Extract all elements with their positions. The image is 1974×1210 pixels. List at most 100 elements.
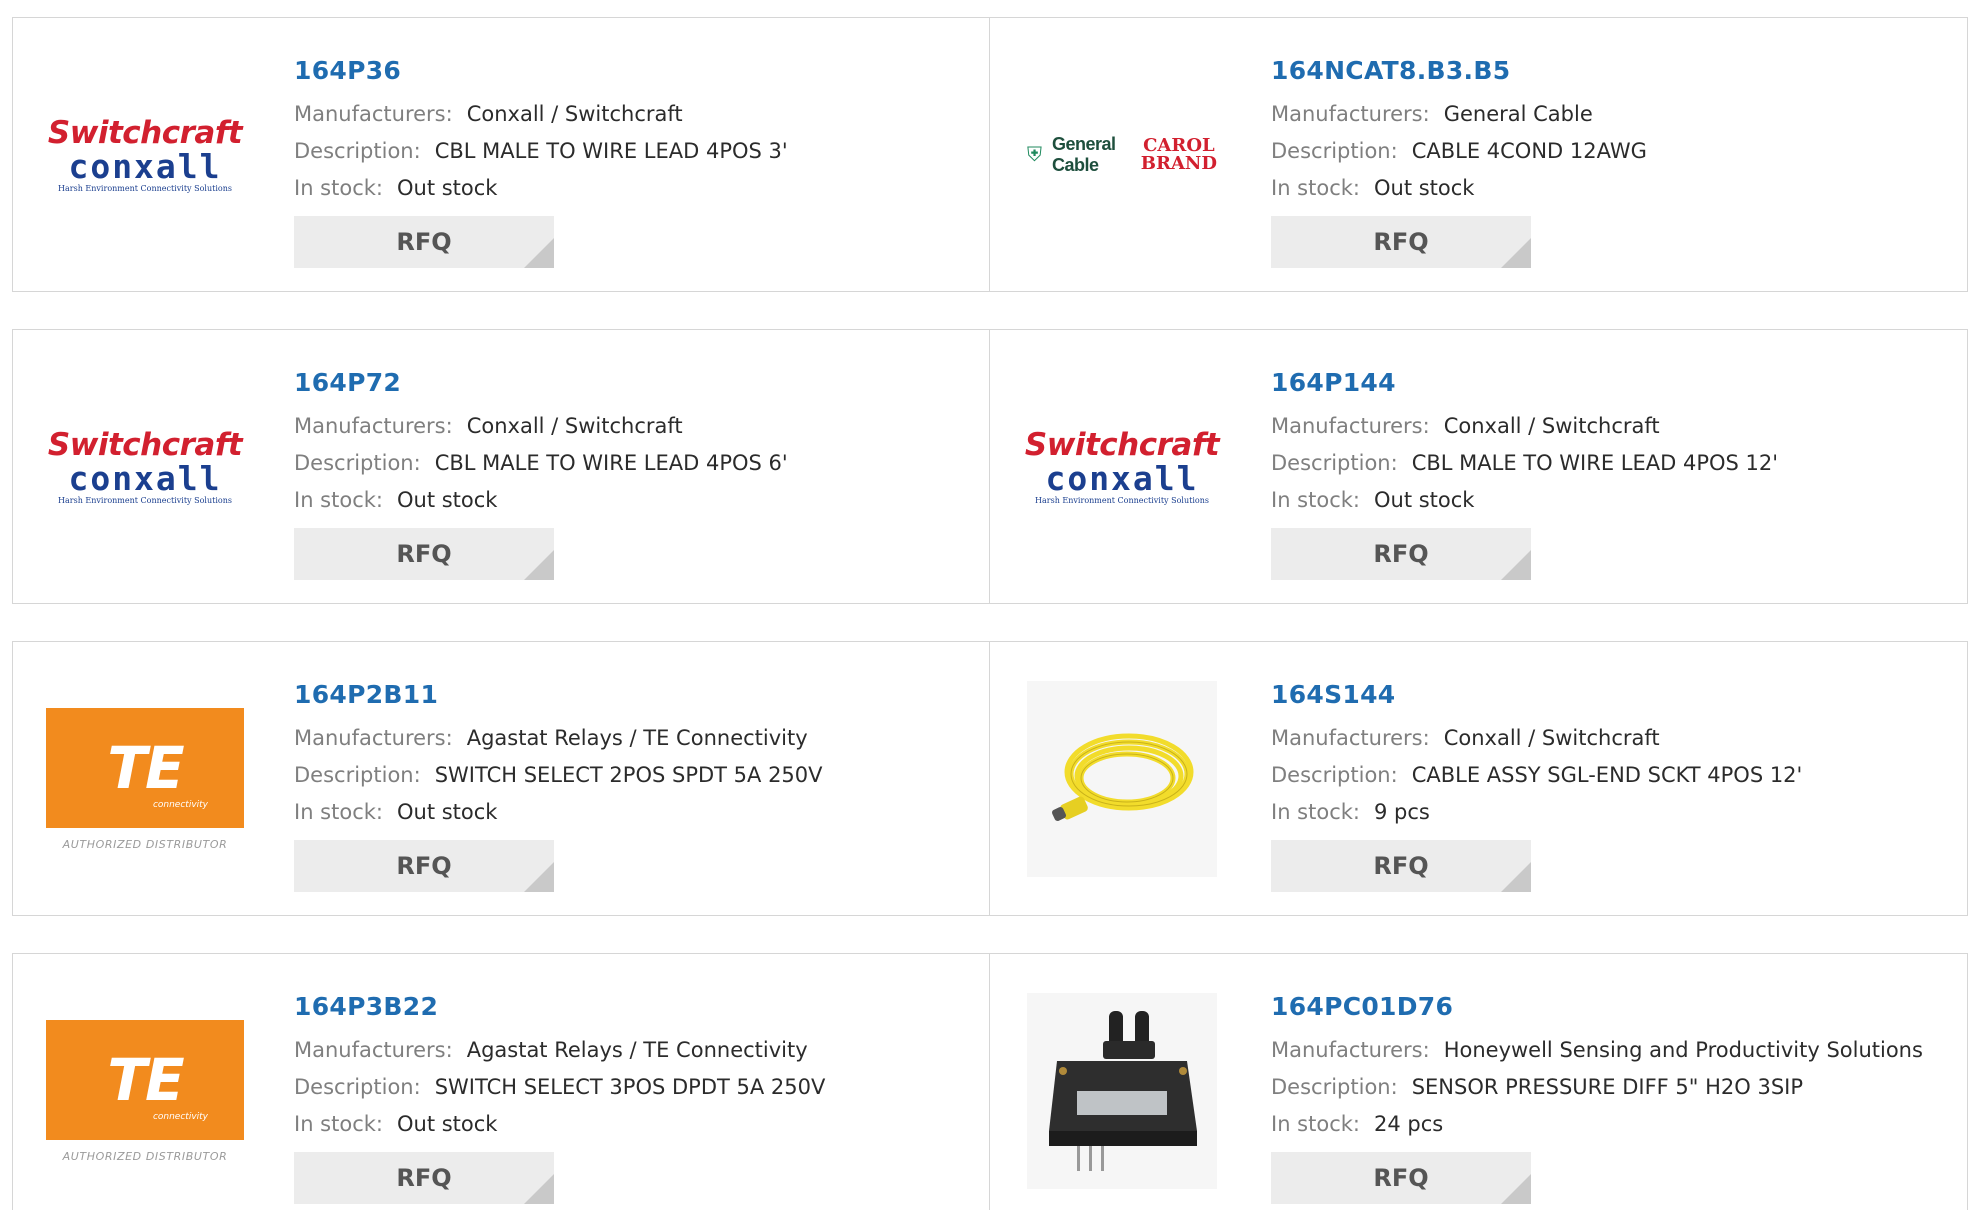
manufacturer-logo[interactable]: TE connectivity AUTHORIZED DISTRIBUTOR (46, 996, 244, 1186)
part-number-link[interactable]: 164P72 (294, 364, 974, 402)
stock-value: 24 pcs (1373, 1112, 1444, 1136)
stock-field: In stock: Out stock (1271, 170, 1951, 207)
pressure-sensor-icon (1049, 1011, 1197, 1171)
manufacturer-value: Agastat Relays / TE Connectivity (466, 1038, 808, 1062)
rfq-button[interactable]: RFQ (1271, 528, 1531, 580)
stock-value: Out stock (396, 488, 498, 512)
switchcraft-conxall-logo: Switchcraft conxall Harsh Environment Co… (48, 428, 243, 506)
product-info: 164S144 Manufacturers: Conxall / Switchcr… (1271, 676, 1951, 892)
stock-field: In stock: Out stock (294, 482, 974, 519)
product-row: Switchcraft conxall Harsh Environment Co… (12, 17, 1968, 292)
product-card: ⛨ General Cable CAROL BRAND 164NCAT8.B3.B… (990, 17, 1968, 292)
general-cable-logo: ⛨ General Cable CAROL BRAND (1027, 134, 1217, 176)
product-card: TE connectivity AUTHORIZED DISTRIBUTOR 1… (12, 641, 990, 916)
manufacturer-logo[interactable]: Switchcraft conxall Harsh Environment Co… (1025, 372, 1220, 562)
te-connectivity-logo: TE connectivity AUTHORIZED DISTRIBUTOR (46, 707, 244, 851)
stock-value: Out stock (1373, 488, 1475, 512)
manufacturer-logo[interactable]: ⛨ General Cable CAROL BRAND (1027, 60, 1217, 250)
logo-line-3: Harsh Environment Connectivity Solutions (58, 496, 232, 505)
switchcraft-conxall-logo: Switchcraft conxall Harsh Environment Co… (48, 116, 243, 194)
rfq-button[interactable]: RFQ (294, 528, 554, 580)
field-label: Description: (1271, 139, 1398, 163)
part-number-link[interactable]: 164S144 (1271, 676, 1951, 714)
field-label: Description: (294, 451, 421, 475)
product-info: 164P2B11 Manufacturers: Agastat Relays / … (294, 676, 974, 892)
product-card: Switchcraft conxall Harsh Environment Co… (990, 329, 1968, 604)
rfq-button[interactable]: RFQ (1271, 216, 1531, 268)
manufacturer-logo[interactable]: Switchcraft conxall Harsh Environment Co… (48, 372, 243, 562)
manufacturer-logo[interactable]: Switchcraft conxall Harsh Environment Co… (48, 60, 243, 250)
manufacturer-field: Manufacturers: Agastat Relays / TE Connec… (294, 1032, 974, 1069)
description-value: SENSOR PRESSURE DIFF 5" H2O 3SIP (1411, 1075, 1804, 1099)
field-label: In stock: (1271, 800, 1360, 824)
manufacturer-value: Conxall / Switchcraft (466, 414, 683, 438)
product-info: 164P72 Manufacturers: Conxall / Switchcra… (294, 364, 974, 580)
product-info: 164NCAT8.B3.B5 Manufacturers: General Cab… (1271, 52, 1951, 268)
logo-line-3: AUTHORIZED DISTRIBUTOR (62, 1149, 228, 1163)
field-label: Manufacturers: (294, 1038, 453, 1062)
corner-triangle-icon (524, 238, 554, 268)
logo-line-3: Harsh Environment Connectivity Solutions (58, 184, 232, 193)
stock-value: Out stock (396, 800, 498, 824)
rfq-button[interactable]: RFQ (294, 216, 554, 268)
product-photo[interactable] (1027, 993, 1217, 1189)
description-field: Description: CABLE 4COND 12AWG (1271, 133, 1951, 170)
part-number-link[interactable]: 164P2B11 (294, 676, 974, 714)
stock-value: Out stock (396, 176, 498, 200)
product-photo[interactable] (1027, 681, 1217, 877)
product-card: Switchcraft conxall Harsh Environment Co… (12, 329, 990, 604)
field-label: Manufacturers: (294, 102, 453, 126)
description-value: SWITCH SELECT 2POS SPDT 5A 250V (434, 763, 823, 787)
logo-line-2: connectivity (152, 799, 208, 810)
part-number-link[interactable]: 164P144 (1271, 364, 1951, 402)
logo-line-3: Harsh Environment Connectivity Solutions (1035, 496, 1209, 505)
manufacturer-field: Manufacturers: Agastat Relays / TE Connec… (294, 720, 974, 757)
corner-triangle-icon (1501, 1174, 1531, 1204)
part-number-link[interactable]: 164PC01D76 (1271, 988, 1951, 1026)
manufacturer-logo[interactable]: TE connectivity AUTHORIZED DISTRIBUTOR (46, 684, 244, 874)
part-number-link[interactable]: 164P3B22 (294, 988, 974, 1026)
field-label: Manufacturers: (1271, 726, 1430, 750)
description-value: CBL MALE TO WIRE LEAD 4POS 3' (434, 139, 788, 163)
manufacturer-value: General Cable (1443, 102, 1593, 126)
product-card: TE connectivity AUTHORIZED DISTRIBUTOR 1… (12, 953, 990, 1210)
corner-triangle-icon (1501, 550, 1531, 580)
description-field: Description: CBL MALE TO WIRE LEAD 4POS 3… (294, 133, 974, 170)
rfq-button[interactable]: RFQ (1271, 840, 1531, 892)
rfq-button[interactable]: RFQ (294, 1152, 554, 1204)
part-number-link[interactable]: 164NCAT8.B3.B5 (1271, 52, 1951, 90)
rfq-button[interactable]: RFQ (1271, 1152, 1531, 1204)
description-value: CBL MALE TO WIRE LEAD 4POS 6' (434, 451, 788, 475)
manufacturer-value: Conxall / Switchcraft (1443, 726, 1660, 750)
part-number-link[interactable]: 164P36 (294, 52, 974, 90)
field-label: Description: (294, 763, 421, 787)
manufacturer-field: Manufacturers: Conxall / Switchcraft (294, 96, 974, 133)
rfq-label: RFQ (1373, 540, 1429, 568)
product-row: TE connectivity AUTHORIZED DISTRIBUTOR 1… (12, 641, 1968, 916)
te-logo-box: TE connectivity (46, 707, 244, 828)
rfq-label: RFQ (396, 228, 452, 256)
product-row: Switchcraft conxall Harsh Environment Co… (12, 329, 1968, 604)
switchcraft-conxall-logo: Switchcraft conxall Harsh Environment Co… (1025, 428, 1220, 506)
corner-triangle-icon (1501, 862, 1531, 892)
stock-value: 9 pcs (1373, 800, 1430, 824)
field-label: In stock: (294, 176, 383, 200)
logo-line-2: conxall (68, 147, 222, 186)
corner-triangle-icon (524, 1174, 554, 1204)
product-info: 164PC01D76 Manufacturers: Honeywell Sensi… (1271, 988, 1951, 1204)
field-label: Manufacturers: (1271, 414, 1430, 438)
rfq-button[interactable]: RFQ (294, 840, 554, 892)
manufacturer-field: Manufacturers: Conxall / Switchcraft (294, 408, 974, 445)
logo-line-2: connectivity (152, 1111, 208, 1122)
product-row: TE connectivity AUTHORIZED DISTRIBUTOR 1… (12, 953, 1968, 1210)
logo-line-3: AUTHORIZED DISTRIBUTOR (62, 837, 228, 851)
logo-line-2: conxall (1045, 459, 1199, 498)
logo-line-3: BRAND (1140, 153, 1217, 174)
manufacturer-field: Manufacturers: General Cable (1271, 96, 1951, 133)
yellow-cable-icon (1052, 733, 1194, 821)
description-field: Description: SWITCH SELECT 3POS DPDT 5A 2… (294, 1069, 974, 1106)
description-value: SWITCH SELECT 3POS DPDT 5A 250V (434, 1075, 826, 1099)
stock-field: In stock: 24 pcs (1271, 1106, 1951, 1143)
manufacturer-value: Conxall / Switchcraft (466, 102, 683, 126)
stock-field: In stock: 9 pcs (1271, 794, 1951, 831)
